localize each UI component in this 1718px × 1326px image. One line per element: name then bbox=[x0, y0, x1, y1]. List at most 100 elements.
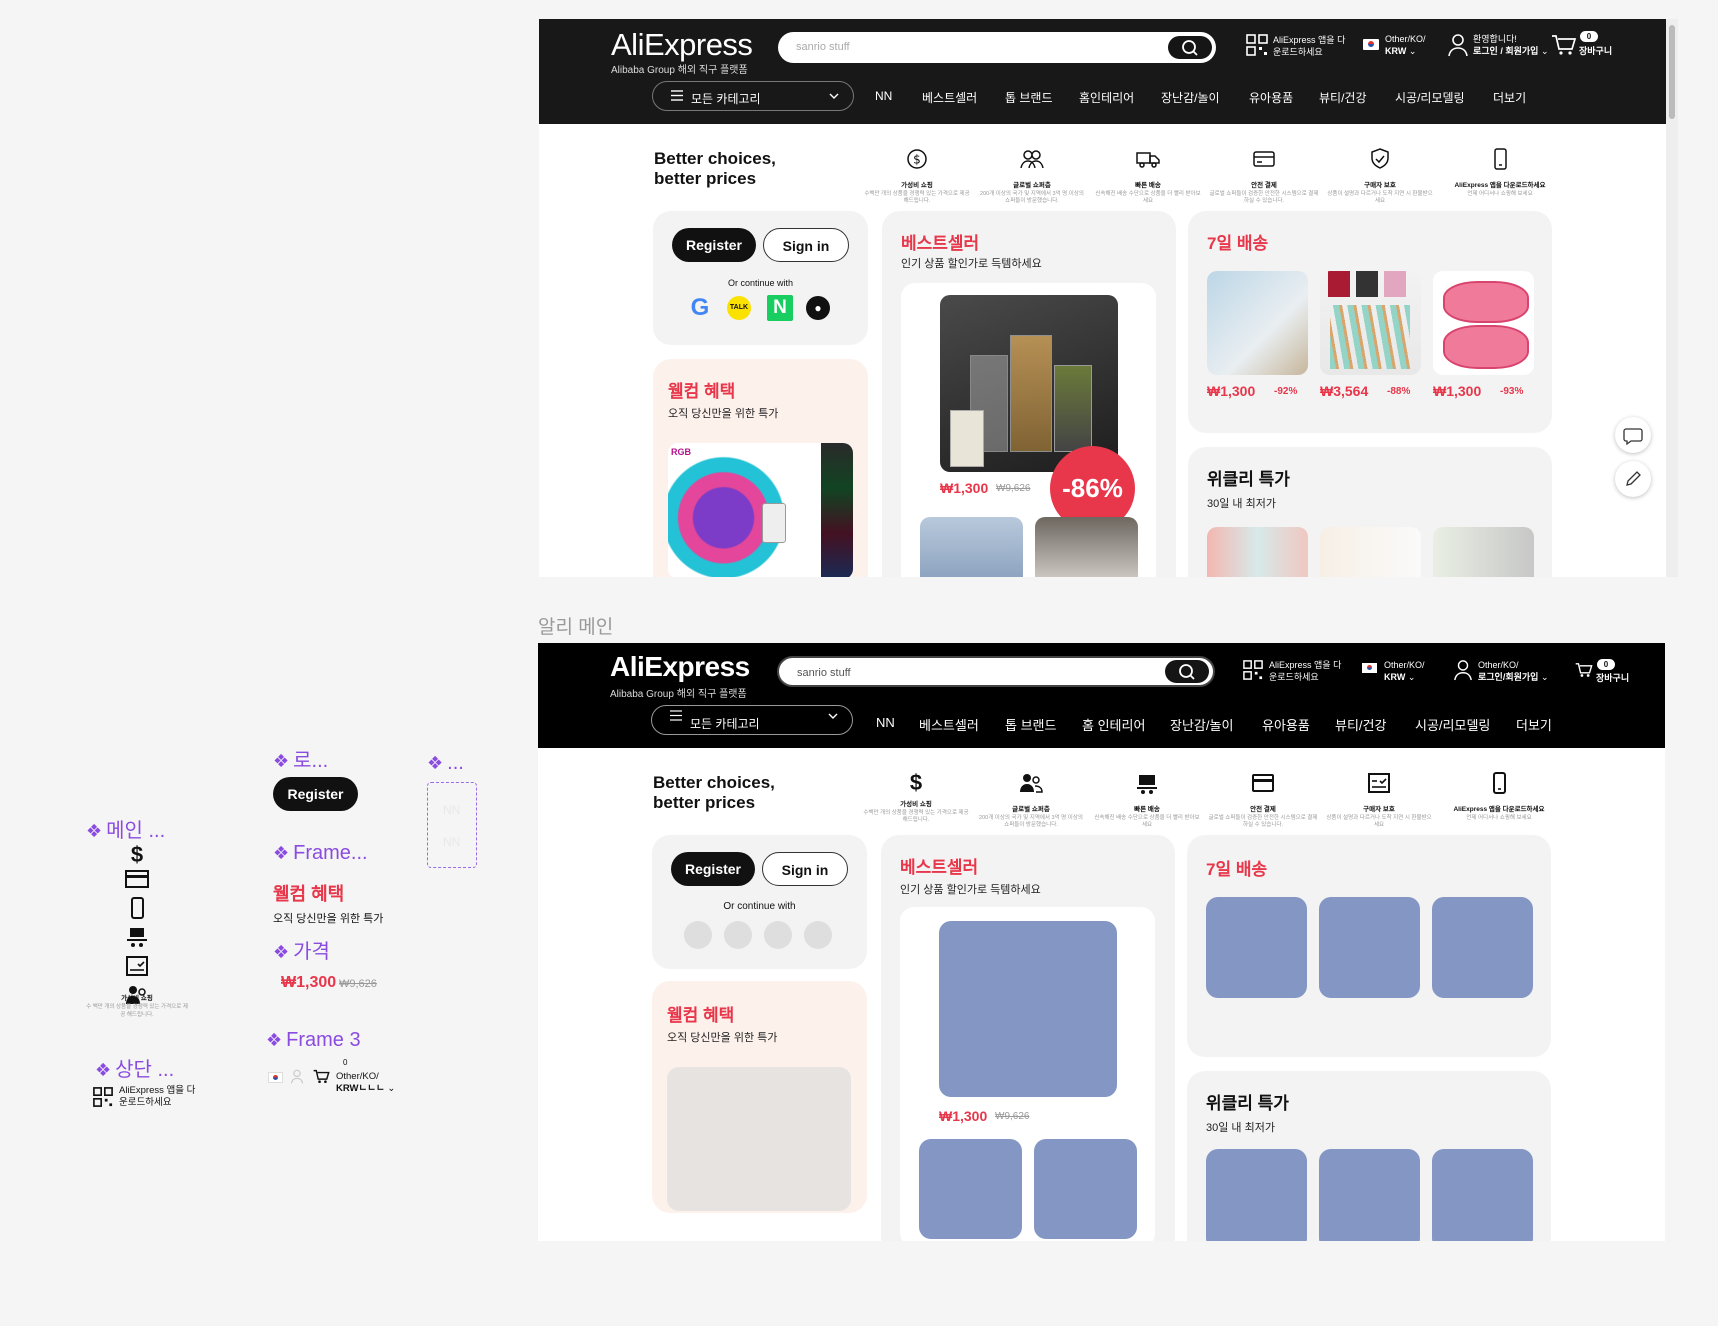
welcome-card[interactable]: 웰컴 혜택 오직 당신만을 위한 특가 RGB bbox=[653, 359, 868, 577]
region-selector-wire[interactable]: Other/KO/ KRW ⌄ bbox=[1384, 659, 1425, 683]
app-download-link-wire[interactable]: AliExpress 앱을 다 운로드하세요 bbox=[1269, 659, 1341, 683]
apple-login-icon[interactable]: ● bbox=[806, 296, 830, 320]
cart-label-wire[interactable]: 장바구니 bbox=[1596, 672, 1629, 684]
app-download-link[interactable]: AliExpress 앱을 다 운로드하세요 bbox=[1273, 34, 1345, 58]
led-strip-product-image[interactable]: RGB bbox=[668, 443, 853, 577]
component-price[interactable]: ❖ 가격 bbox=[273, 935, 330, 964]
search-input[interactable]: sanrio stuff bbox=[778, 32, 1216, 63]
nav-item-nn-wire[interactable]: NN bbox=[876, 715, 895, 730]
register-button[interactable]: Register bbox=[672, 228, 756, 262]
social-login-placeholder-4[interactable] bbox=[804, 921, 832, 949]
component-login[interactable]: ❖ 로... bbox=[273, 744, 328, 773]
seven-day-card-wire[interactable]: 7일 배송 bbox=[1187, 835, 1551, 1057]
search-input-wire[interactable]: sanrio stuff bbox=[777, 656, 1215, 687]
welcome-card-wire[interactable]: 웰컴 혜택 오직 당신만을 위한 특가 bbox=[652, 981, 867, 1213]
weekly-card-wire[interactable]: 위클리 특가 30일 내 최저가 bbox=[1187, 1071, 1551, 1241]
weekly-item-3-image[interactable] bbox=[1433, 527, 1534, 577]
component-small[interactable]: ❖... bbox=[427, 752, 464, 775]
bestseller-card[interactable]: 베스트셀러 인기 상품 할인가로 득템하세요 ₩1,300 ₩9,626 -86… bbox=[882, 211, 1176, 577]
google-login-icon[interactable]: G bbox=[687, 295, 713, 321]
nav-item-home-interior-wire[interactable]: 홈 인테리어 bbox=[1082, 715, 1145, 734]
bestseller-image-placeholder[interactable] bbox=[939, 921, 1117, 1097]
account-menu-wire[interactable]: Other/KO/ 로그인/회원가입 ⌄ bbox=[1478, 659, 1549, 683]
continue-with-label: Or continue with bbox=[727, 278, 794, 288]
search-button[interactable] bbox=[1168, 36, 1212, 59]
seven-day-card[interactable]: 7일 배송 ₩1,300 -92% ₩3,564 -88% ₩1,300 -93… bbox=[1188, 211, 1552, 433]
bestseller-subtitle: 인기 상품 할인가로 득템하세요 bbox=[901, 258, 1042, 270]
weekly-card[interactable]: 위클리 특가 30일 내 최저가 bbox=[1188, 447, 1552, 577]
nav-item-bestseller-wire[interactable]: 베스트셀러 bbox=[919, 715, 979, 734]
component-main[interactable]: ❖ 메인 ... bbox=[86, 814, 165, 843]
nav-item-beauty[interactable]: 뷰티/건강 bbox=[1319, 89, 1367, 106]
nav-item-top-brand-wire[interactable]: 톱 브랜드 bbox=[1005, 715, 1056, 734]
social-login-placeholder-2[interactable] bbox=[724, 921, 752, 949]
nav-item-more[interactable]: 더보기 bbox=[1493, 89, 1526, 106]
aliexpress-logo-wire[interactable]: AliExpress bbox=[610, 651, 750, 683]
sign-in-button-wire[interactable]: Sign in bbox=[762, 852, 848, 886]
qr-icon[interactable] bbox=[1243, 660, 1263, 680]
bestseller-card-wire[interactable]: 베스트셀러 인기 상품 할인가로 득템하세요 ₩1,300 ₩9,626 bbox=[881, 835, 1175, 1241]
welcome-image-placeholder[interactable] bbox=[667, 1067, 851, 1211]
user-icon[interactable] bbox=[1453, 659, 1473, 681]
all-categories-button[interactable]: 모든 카테고리 bbox=[652, 81, 854, 111]
edit-button[interactable] bbox=[1615, 461, 1651, 497]
nav-item-remodeling-wire[interactable]: 시공/리모델링 bbox=[1415, 715, 1490, 734]
nav-item-toys[interactable]: 장난감/놀이 bbox=[1161, 89, 1220, 106]
cart-icon[interactable] bbox=[1551, 34, 1577, 56]
menu-icon bbox=[670, 710, 682, 721]
nav-item-nn[interactable]: NN bbox=[875, 89, 892, 103]
feature-app: AliExpress 앱을 다운로드하세요 언제 어디서나 쇼핑해 보세요 bbox=[1440, 146, 1560, 198]
sign-in-button[interactable]: Sign in bbox=[763, 228, 849, 262]
scrollbar-thumb[interactable] bbox=[1669, 25, 1675, 119]
seven-day-item-1-image[interactable] bbox=[1207, 271, 1308, 375]
cart-label[interactable]: 장바구니 bbox=[1579, 45, 1612, 57]
social-login-placeholder-3[interactable] bbox=[764, 921, 792, 949]
component-frame[interactable]: ❖ Frame... bbox=[273, 842, 368, 865]
nav-item-more-wire[interactable]: 더보기 bbox=[1516, 715, 1552, 734]
component-variant-set[interactable]: NN NN bbox=[427, 782, 477, 868]
cinnamoroll-plush-image[interactable] bbox=[920, 517, 1023, 577]
seven-day-placeholder-3[interactable] bbox=[1432, 897, 1533, 998]
seven-day-item-3-image[interactable] bbox=[1433, 271, 1534, 375]
nav-item-remodeling[interactable]: 시공/리모델링 bbox=[1395, 89, 1465, 106]
naver-login-icon[interactable]: N bbox=[767, 295, 793, 321]
frame-label[interactable]: 알리 메인 bbox=[538, 612, 613, 639]
weekly-item-1-image[interactable] bbox=[1207, 527, 1308, 577]
cart-icon[interactable] bbox=[1575, 662, 1593, 678]
account-menu[interactable]: 환영합니다! 로그인 / 회원가입 ⌄ bbox=[1473, 33, 1549, 57]
aliexpress-logo[interactable]: AliExpress bbox=[611, 27, 753, 63]
weekly-placeholder-2[interactable] bbox=[1319, 1149, 1420, 1241]
all-categories-button-wire[interactable]: 모든 카테고리 bbox=[651, 705, 853, 735]
seven-day-item-2-image[interactable] bbox=[1320, 271, 1421, 375]
social-login-placeholder-1[interactable] bbox=[684, 921, 712, 949]
bestseller-small-placeholder-1[interactable] bbox=[919, 1139, 1022, 1239]
seven-day-placeholder-2[interactable] bbox=[1319, 897, 1420, 998]
nav-item-baby[interactable]: 유아용품 bbox=[1249, 89, 1293, 106]
bestseller-panel-wire: ₩1,300 ₩9,626 bbox=[900, 907, 1155, 1241]
nav-item-top-brand[interactable]: 톱 브랜드 bbox=[1005, 89, 1053, 106]
component-top[interactable]: ❖ 상단 ... bbox=[95, 1053, 174, 1082]
weekly-placeholder-3[interactable] bbox=[1432, 1149, 1533, 1241]
cinnamoroll-cushion-image[interactable] bbox=[1035, 517, 1138, 577]
region-selector[interactable]: Other/KO/ KRW ⌄ bbox=[1385, 33, 1426, 57]
nav-item-baby-wire[interactable]: 유아용품 bbox=[1262, 715, 1310, 734]
component-register-button[interactable]: Register bbox=[273, 777, 358, 811]
seven-day-placeholder-1[interactable] bbox=[1206, 897, 1307, 998]
register-button-wire[interactable]: Register bbox=[671, 852, 755, 886]
nav-item-beauty-wire[interactable]: 뷰티/건강 bbox=[1335, 715, 1386, 734]
weekly-placeholder-1[interactable] bbox=[1206, 1149, 1307, 1241]
component-frame3[interactable]: ❖ Frame 3 bbox=[266, 1029, 361, 1052]
nav-item-bestseller[interactable]: 베스트셀러 bbox=[922, 89, 977, 106]
phone-icon bbox=[1493, 772, 1506, 794]
kakao-login-icon[interactable]: TALK bbox=[727, 296, 751, 320]
search-button-wire[interactable] bbox=[1165, 660, 1209, 683]
user-icon[interactable] bbox=[1447, 33, 1469, 57]
chat-button[interactable] bbox=[1615, 417, 1651, 453]
cart-icon bbox=[313, 1069, 330, 1084]
scrollbar-track[interactable] bbox=[1666, 19, 1678, 577]
qr-icon[interactable] bbox=[1246, 34, 1268, 56]
nav-item-home-interior[interactable]: 홈인테리어 bbox=[1079, 89, 1134, 106]
nav-item-toys-wire[interactable]: 장난감/놀이 bbox=[1170, 715, 1233, 734]
bestseller-small-placeholder-2[interactable] bbox=[1034, 1139, 1137, 1239]
weekly-item-2-image[interactable] bbox=[1320, 527, 1421, 577]
